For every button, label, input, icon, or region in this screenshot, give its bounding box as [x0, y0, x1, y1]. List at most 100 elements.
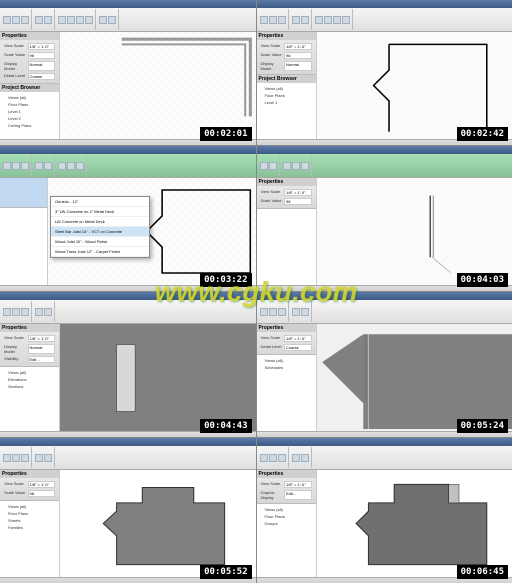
ribbon-button[interactable] [292, 454, 300, 462]
ribbon-toolbar[interactable] [0, 446, 256, 470]
tree-item[interactable]: Views (all) [2, 503, 57, 510]
ribbon-button[interactable] [67, 16, 75, 24]
prop-value[interactable]: Coarse [28, 73, 56, 80]
project-browser[interactable]: Views (all) Elevations Sections [0, 367, 59, 431]
project-browser[interactable] [257, 209, 316, 285]
ribbon-button[interactable] [3, 162, 11, 170]
menu-item[interactable]: Wood Truss Joist 12" - Carpet Finish [51, 247, 149, 257]
tree-item[interactable]: Views (all) [2, 369, 57, 376]
ribbon-button[interactable] [99, 16, 107, 24]
prop-value[interactable]: 96 [28, 490, 56, 497]
prop-value[interactable]: 1/8" = 1'-0" [28, 481, 56, 488]
ribbon-button[interactable] [44, 16, 52, 24]
prop-value[interactable]: 1/8" = 1'-0" [28, 43, 56, 50]
prop-value[interactable]: 1/8" = 1'-0" [28, 335, 56, 342]
ribbon-button[interactable] [76, 16, 84, 24]
prop-value[interactable]: Normal [28, 61, 56, 71]
ribbon-button[interactable] [292, 16, 300, 24]
ribbon-button[interactable] [21, 454, 29, 462]
ribbon-button[interactable] [21, 308, 29, 316]
ribbon-toolbar[interactable] [257, 300, 512, 324]
drawing-canvas[interactable] [60, 470, 256, 577]
ribbon-button[interactable] [44, 454, 52, 462]
prop-value[interactable]: 1/8" = 1'-0" [284, 481, 312, 488]
ribbon-button[interactable] [12, 16, 20, 24]
menu-item[interactable]: Generic - 12" [51, 197, 149, 207]
menu-item[interactable]: Wood Joist 10" - Wood Finish [51, 237, 149, 247]
tree-item[interactable]: Sheets [2, 517, 57, 524]
ribbon-toolbar[interactable] [0, 8, 256, 32]
ribbon-button[interactable] [292, 308, 300, 316]
ribbon-toolbar[interactable] [0, 154, 256, 178]
prop-value[interactable]: 1/8" = 1'-0" [284, 335, 312, 342]
ribbon-button[interactable] [260, 308, 268, 316]
ribbon-button[interactable] [301, 162, 309, 170]
ribbon-toolbar[interactable] [257, 8, 512, 32]
tree-item[interactable]: Ceiling Plans [2, 122, 57, 129]
ribbon-button[interactable] [35, 454, 43, 462]
ribbon-button[interactable] [44, 162, 52, 170]
ribbon-button[interactable] [278, 454, 286, 462]
project-browser[interactable]: Views (all) Floor Plans Level 1 Level 2 … [0, 92, 59, 139]
ribbon-button[interactable] [12, 308, 20, 316]
menu-item[interactable]: LW Concrete on Metal Deck [51, 217, 149, 227]
prop-value[interactable]: 1/8" = 1'-0" [284, 189, 312, 196]
ribbon-button[interactable] [324, 16, 332, 24]
ribbon-button[interactable] [342, 16, 350, 24]
prop-value[interactable]: 96 [284, 52, 312, 59]
tree-item[interactable]: Elevations [2, 376, 57, 383]
drawing-canvas[interactable] [317, 324, 512, 431]
ribbon-button[interactable] [85, 16, 93, 24]
tree-item[interactable]: Families [2, 524, 57, 531]
prop-value[interactable]: Edit... [284, 490, 312, 500]
ribbon-button[interactable] [260, 162, 268, 170]
ribbon-button[interactable] [35, 308, 43, 316]
ribbon-button[interactable] [21, 162, 29, 170]
menu-item[interactable]: Steel Bar Joist 14" - VCT on Concrete [51, 227, 149, 237]
drawing-canvas[interactable]: Generic - 12" 3" LW Concrete on 2" Metal… [48, 178, 256, 285]
ribbon-button[interactable] [292, 162, 300, 170]
ribbon-button[interactable] [260, 16, 268, 24]
tree-item[interactable]: Floor Plans [2, 101, 57, 108]
ribbon-button[interactable] [269, 16, 277, 24]
menu-item[interactable]: 3" LW Concrete on 2" Metal Deck [51, 207, 149, 217]
tree-item[interactable]: Views (all) [259, 357, 314, 364]
tree-item[interactable]: Floor Plans [2, 510, 57, 517]
ribbon-toolbar[interactable] [257, 154, 512, 178]
drawing-canvas[interactable] [317, 178, 512, 285]
tree-item[interactable]: Level 1 [2, 108, 57, 115]
type-selector-dropdown[interactable]: Generic - 12" 3" LW Concrete on 2" Metal… [50, 196, 150, 258]
tree-item[interactable]: Level 1 [259, 99, 314, 106]
prop-value[interactable]: Normal [28, 344, 56, 354]
tree-item[interactable]: Views (all) [259, 85, 314, 92]
ribbon-toolbar[interactable] [0, 300, 256, 324]
ribbon-button[interactable] [269, 454, 277, 462]
project-browser[interactable]: Views (all) Schedules [257, 355, 316, 431]
ribbon-button[interactable] [67, 162, 75, 170]
ribbon-button[interactable] [35, 16, 43, 24]
ribbon-button[interactable] [35, 162, 43, 170]
ribbon-button[interactable] [108, 16, 116, 24]
drawing-canvas[interactable] [60, 32, 256, 139]
tree-item[interactable]: Schedules [259, 364, 314, 371]
ribbon-button[interactable] [269, 308, 277, 316]
ribbon-button[interactable] [283, 162, 291, 170]
ribbon-button[interactable] [12, 454, 20, 462]
ribbon-button[interactable] [58, 16, 66, 24]
drawing-canvas[interactable] [317, 32, 512, 139]
tree-item[interactable]: Groups [259, 520, 314, 527]
ribbon-button[interactable] [44, 308, 52, 316]
ribbon-button[interactable] [278, 16, 286, 24]
prop-value[interactable]: 96 [28, 52, 56, 59]
ribbon-toolbar[interactable] [257, 446, 512, 470]
drawing-canvas[interactable] [317, 470, 512, 577]
tree-item[interactable]: Views (all) [259, 506, 314, 513]
project-browser[interactable]: Views (all) Floor Plans Level 1 [257, 83, 316, 139]
ribbon-button[interactable] [3, 454, 11, 462]
ribbon-button[interactable] [301, 454, 309, 462]
tree-item[interactable]: Floor Plans [259, 92, 314, 99]
prop-value[interactable]: Coarse [284, 344, 312, 351]
ribbon-button[interactable] [301, 308, 309, 316]
prop-value[interactable]: 1/8" = 1'-0" [284, 43, 312, 50]
ribbon-button[interactable] [269, 162, 277, 170]
